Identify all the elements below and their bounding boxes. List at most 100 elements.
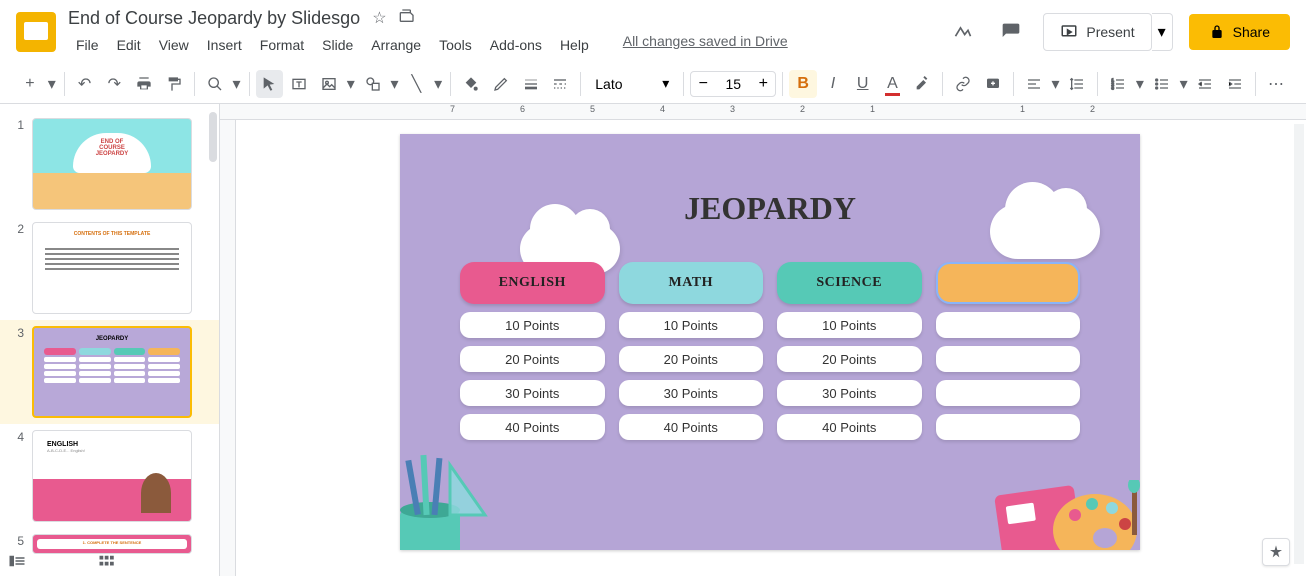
indent-increase-button[interactable] — [1221, 70, 1249, 98]
points-cell[interactable]: 30 Points — [619, 380, 764, 406]
bold-button[interactable]: B — [789, 70, 817, 98]
slide-title[interactable]: JEOPARDY — [400, 190, 1140, 227]
menu-help[interactable]: Help — [552, 33, 597, 57]
menu-bar: File Edit View Insert Format Slide Arran… — [68, 33, 947, 57]
category-header[interactable]: SCIENCE — [777, 262, 922, 304]
numbered-list-button[interactable]: 123 — [1104, 70, 1132, 98]
thumbnail-2[interactable]: 2 CONTENTS OF THIS TEMPLATE — [0, 216, 219, 320]
align-button[interactable] — [1020, 70, 1048, 98]
points-cell[interactable]: 10 Points — [777, 312, 922, 338]
ruler-vertical[interactable] — [220, 120, 236, 576]
select-tool[interactable] — [256, 70, 284, 98]
thumb-number: 1 — [8, 118, 24, 210]
paint-format-button[interactable] — [160, 70, 188, 98]
points-cell[interactable] — [936, 346, 1081, 372]
points-cell[interactable]: 40 Points — [460, 414, 605, 440]
align-dropdown[interactable]: ▾ — [1050, 70, 1062, 98]
points-cell[interactable]: 10 Points — [460, 312, 605, 338]
bullet-list-dropdown[interactable]: ▾ — [1178, 70, 1190, 98]
move-icon[interactable] — [399, 8, 415, 29]
share-label: Share — [1233, 24, 1270, 40]
category-header[interactable]: MATH — [619, 262, 764, 304]
textbox-tool[interactable] — [285, 70, 313, 98]
font-select[interactable]: Lato ▾ — [587, 71, 677, 96]
explore-button[interactable] — [1262, 538, 1290, 566]
undo-button[interactable]: ↶ — [71, 70, 99, 98]
new-slide-button[interactable]: + — [16, 70, 44, 98]
shape-dropdown[interactable]: ▾ — [389, 70, 401, 98]
points-cell[interactable]: 40 Points — [619, 414, 764, 440]
points-cell[interactable] — [936, 312, 1081, 338]
star-icon[interactable]: ☆ — [372, 8, 386, 28]
font-size-input[interactable] — [715, 76, 751, 92]
menu-insert[interactable]: Insert — [199, 33, 250, 57]
more-button[interactable]: ⋯ — [1262, 70, 1290, 98]
text-color-button[interactable]: A — [879, 70, 907, 98]
present-button[interactable]: Present — [1043, 13, 1151, 51]
slide-canvas[interactable]: JEOPARDY ENGLISH 10 Points 20 Points 30 … — [400, 134, 1140, 550]
fill-color-button[interactable] — [457, 70, 485, 98]
image-tool[interactable] — [315, 70, 343, 98]
border-color-button[interactable] — [487, 70, 515, 98]
activity-icon[interactable] — [947, 16, 979, 48]
bullet-list-button[interactable] — [1148, 70, 1176, 98]
jeopardy-board: ENGLISH 10 Points 20 Points 30 Points 40… — [460, 262, 1080, 440]
document-title[interactable]: End of Course Jeopardy by Slidesgo — [68, 8, 360, 29]
zoom-dropdown[interactable]: ▾ — [231, 70, 243, 98]
border-dash-button[interactable] — [546, 70, 574, 98]
ruler-horizontal[interactable]: 7 6 5 4 3 2 1 1 2 — [220, 104, 1306, 120]
category-header-selected[interactable] — [936, 262, 1081, 304]
saved-status[interactable]: All changes saved in Drive — [623, 33, 788, 57]
grid-view-button[interactable] — [98, 554, 118, 570]
filmstrip-view-button[interactable] — [8, 554, 28, 570]
thumb-preview: ENGLISH A-B-C-D-E... English! — [32, 430, 192, 522]
share-button[interactable]: Share — [1189, 14, 1290, 50]
points-cell[interactable]: 20 Points — [619, 346, 764, 372]
comments-icon[interactable] — [995, 16, 1027, 48]
points-cell[interactable] — [936, 380, 1081, 406]
points-cell[interactable]: 40 Points — [777, 414, 922, 440]
image-dropdown[interactable]: ▾ — [345, 70, 357, 98]
line-spacing-button[interactable] — [1063, 70, 1091, 98]
line-tool[interactable]: ╲ — [402, 70, 430, 98]
print-button[interactable] — [130, 70, 158, 98]
border-weight-button[interactable] — [517, 70, 545, 98]
points-cell[interactable] — [936, 414, 1081, 440]
link-button[interactable] — [949, 70, 977, 98]
menu-format[interactable]: Format — [252, 33, 312, 57]
shape-tool[interactable] — [359, 70, 387, 98]
menu-addons[interactable]: Add-ons — [482, 33, 550, 57]
slides-logo[interactable] — [16, 12, 56, 52]
menu-arrange[interactable]: Arrange — [363, 33, 429, 57]
points-cell[interactable]: 30 Points — [460, 380, 605, 406]
font-size-increase[interactable]: + — [751, 72, 775, 96]
menu-file[interactable]: File — [68, 33, 107, 57]
line-dropdown[interactable]: ▾ — [432, 70, 444, 98]
menu-tools[interactable]: Tools — [431, 33, 480, 57]
new-slide-dropdown[interactable]: ▾ — [46, 70, 58, 98]
underline-button[interactable]: U — [849, 70, 877, 98]
highlight-button[interactable] — [908, 70, 936, 98]
thumbnail-3[interactable]: 3 JEOPARDY — [0, 320, 219, 424]
italic-button[interactable]: I — [819, 70, 847, 98]
scrollbar-vertical[interactable] — [1294, 124, 1304, 564]
category-header[interactable]: ENGLISH — [460, 262, 605, 304]
menu-view[interactable]: View — [151, 33, 197, 57]
numbered-list-dropdown[interactable]: ▾ — [1134, 70, 1146, 98]
menu-edit[interactable]: Edit — [109, 33, 149, 57]
indent-decrease-button[interactable] — [1192, 70, 1220, 98]
comment-button[interactable] — [979, 70, 1007, 98]
points-cell[interactable]: 20 Points — [777, 346, 922, 372]
points-cell[interactable]: 10 Points — [619, 312, 764, 338]
points-cell[interactable]: 20 Points — [460, 346, 605, 372]
scrollbar[interactable] — [209, 112, 217, 162]
font-size-decrease[interactable]: − — [691, 72, 715, 96]
present-dropdown[interactable]: ▾ — [1152, 13, 1173, 51]
menu-slide[interactable]: Slide — [314, 33, 361, 57]
thumbnail-1[interactable]: 1 END OFCOURSEJEOPARDY — [0, 112, 219, 216]
zoom-button[interactable] — [201, 70, 229, 98]
redo-button[interactable]: ↷ — [100, 70, 128, 98]
thumbnail-4[interactable]: 4 ENGLISH A-B-C-D-E... English! — [0, 424, 219, 528]
category-column-blank — [936, 262, 1081, 440]
points-cell[interactable]: 30 Points — [777, 380, 922, 406]
